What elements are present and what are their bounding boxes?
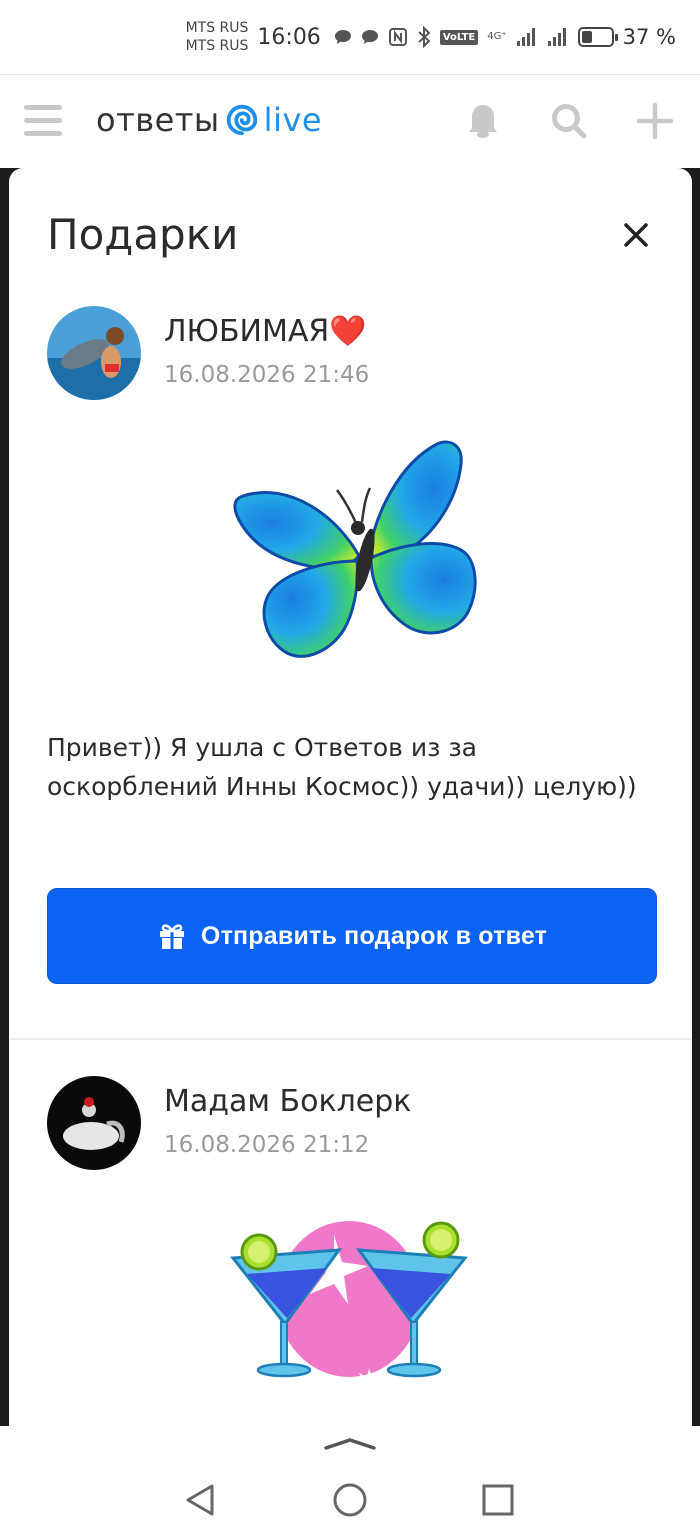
bluetooth-icon bbox=[417, 26, 431, 48]
send-gift-reply-label: Отправить подарок в ответ bbox=[200, 921, 548, 950]
message-bubble-icon bbox=[361, 29, 379, 45]
logo-live-text: live bbox=[263, 101, 323, 139]
clock: 16:06 bbox=[257, 24, 321, 50]
butterfly-gift-image bbox=[233, 440, 477, 658]
logo-spiral-icon bbox=[226, 104, 257, 136]
gift-date: 16.08.2026 21:12 bbox=[164, 1132, 370, 1158]
message-bubble-icon bbox=[334, 29, 352, 45]
app-header: ответы live bbox=[0, 74, 700, 168]
status-bar: MTS RUS MTS RUS 16:06 VoLTE 4G⁺ 37 % bbox=[0, 0, 700, 74]
modal-title: Подарки bbox=[47, 210, 239, 259]
back-icon[interactable] bbox=[180, 1480, 220, 1520]
gift-author[interactable]: Мадам Боклерк bbox=[164, 1084, 411, 1119]
avatar[interactable] bbox=[47, 306, 141, 400]
gift-date: 16.08.2026 21:46 bbox=[164, 362, 370, 388]
gift-message: Привет)) Я ушла с Ответов из за оскорбле… bbox=[47, 733, 637, 801]
system-navigation-bar bbox=[0, 1426, 700, 1540]
signal-icon bbox=[516, 27, 538, 47]
close-icon[interactable] bbox=[621, 220, 651, 250]
battery-percent: 37 % bbox=[622, 25, 676, 49]
volte-badge: VoLTE bbox=[439, 29, 479, 45]
send-gift-reply-button[interactable]: Отправить подарок в ответ bbox=[47, 888, 657, 984]
recent-apps-icon[interactable] bbox=[478, 1480, 518, 1520]
signal-icon bbox=[547, 27, 569, 47]
plus-icon[interactable] bbox=[635, 101, 675, 141]
carrier-names: MTS RUS MTS RUS bbox=[186, 19, 249, 55]
nfc-icon bbox=[388, 27, 408, 47]
bell-icon[interactable] bbox=[463, 101, 503, 141]
network-type: 4G⁺ bbox=[487, 31, 507, 42]
gift-author[interactable]: ЛЮБИМАЯ❤️ bbox=[164, 314, 367, 349]
search-icon[interactable] bbox=[549, 101, 589, 141]
logo-text: ответы bbox=[96, 101, 220, 139]
gifts-modal: Подарки ЛЮБИМАЯ❤️ 16.08.2026 21:46 Приве… bbox=[9, 168, 692, 1426]
chevron-up-icon[interactable] bbox=[322, 1436, 378, 1452]
battery-icon bbox=[577, 27, 618, 47]
cocktails-gift-image bbox=[230, 1221, 468, 1395]
home-icon[interactable] bbox=[330, 1480, 370, 1520]
menu-icon[interactable] bbox=[24, 105, 62, 137]
carrier-1: MTS RUS bbox=[185, 20, 249, 36]
divider bbox=[9, 1038, 692, 1040]
gift-icon bbox=[159, 924, 184, 949]
logo[interactable]: ответы live bbox=[96, 101, 322, 139]
avatar[interactable] bbox=[47, 1076, 141, 1170]
carrier-2: MTS RUS bbox=[185, 38, 249, 54]
